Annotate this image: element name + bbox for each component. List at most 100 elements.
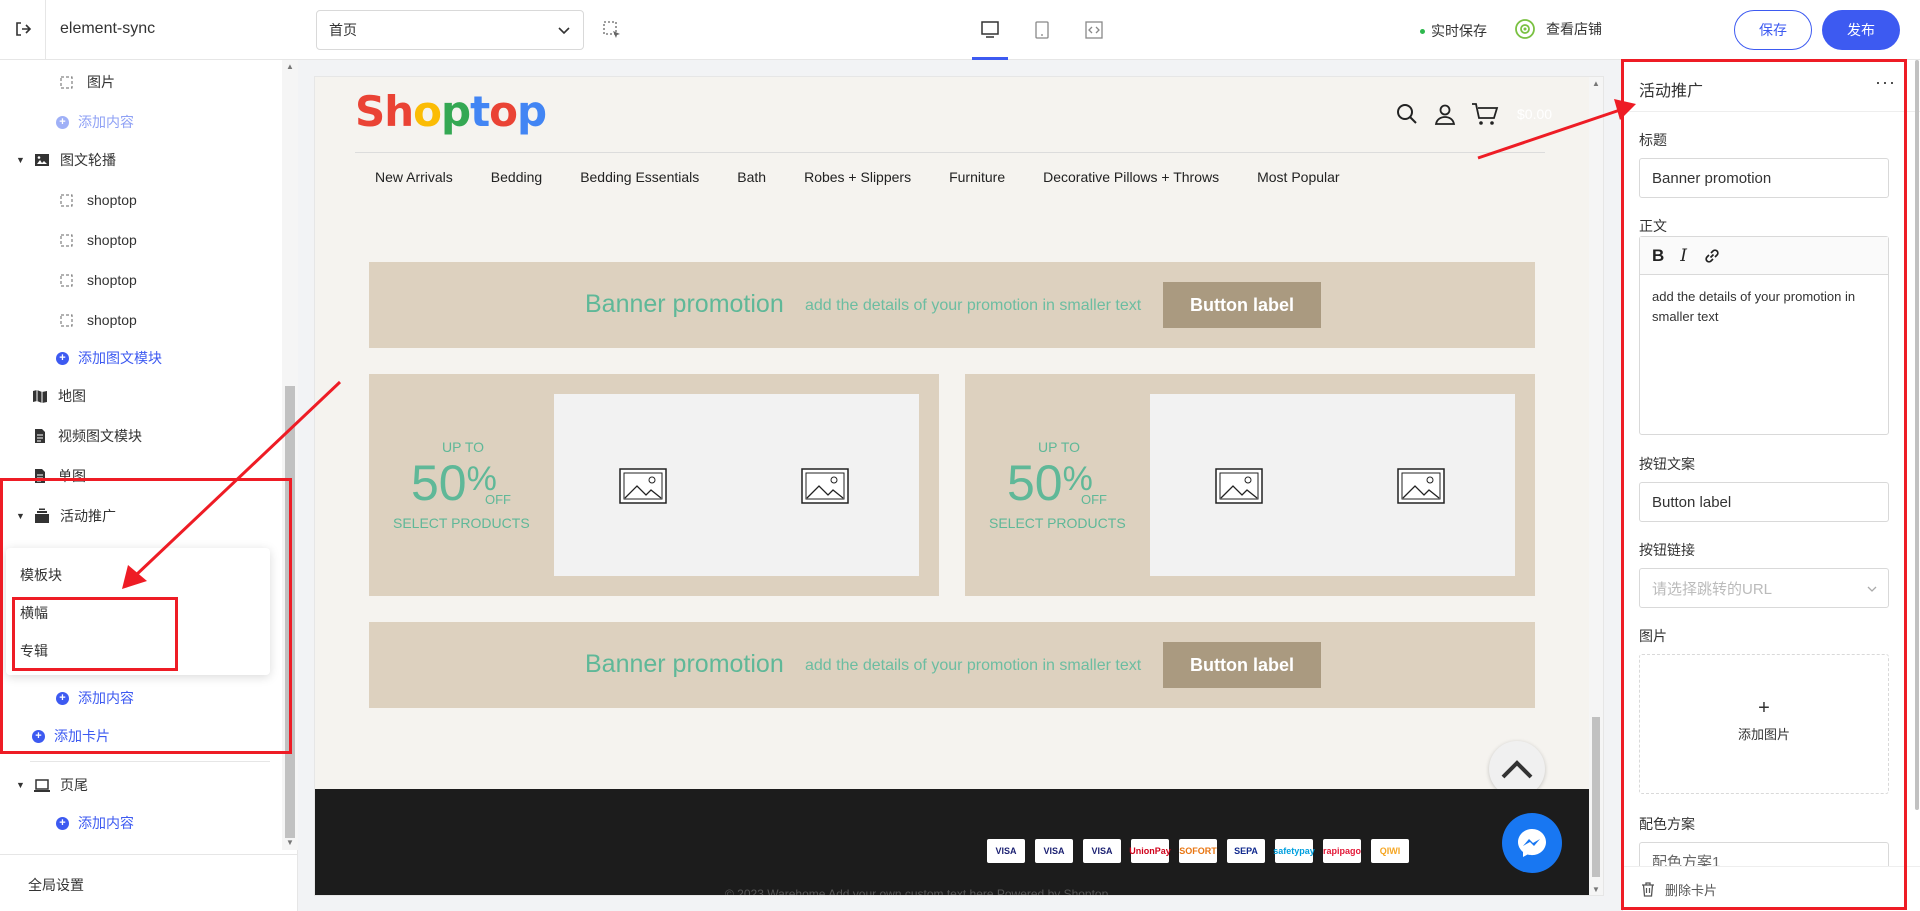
add-content-button[interactable]: + 添加内容 <box>56 808 134 838</box>
messenger-button[interactable] <box>1502 813 1562 873</box>
color-scheme-value: 配色方案1 <box>1639 842 1889 866</box>
italic-icon[interactable]: I <box>1680 246 1687 266</box>
add-card-button[interactable]: + 添加卡片 <box>32 721 110 751</box>
nav-link[interactable]: New Arrivals <box>375 169 453 185</box>
top-bar: element-sync 首页 实时保存 查看店铺 保存 发布 <box>0 0 1920 60</box>
button-text-input[interactable]: Button label <box>1639 482 1889 522</box>
tree-item-shoptop[interactable]: shoptop <box>60 265 137 295</box>
payment-method-icon: safetypay <box>1273 839 1315 863</box>
scroll-up-icon[interactable]: ▲ <box>1592 79 1600 88</box>
nav-link[interactable]: Robes + Slippers <box>804 169 911 185</box>
link-icon[interactable] <box>1703 247 1721 265</box>
scroll-up-icon[interactable]: ▲ <box>286 62 294 71</box>
button-link-select[interactable]: 请选择跳转的URL <box>1639 568 1889 608</box>
scrollbar-thumb[interactable] <box>285 386 295 838</box>
tree-module-video[interactable]: 视频图文模块 <box>32 421 142 451</box>
tree-group-label: 图文轮播 <box>60 152 116 168</box>
add-content-button[interactable]: + 添加内容 <box>56 683 134 713</box>
search-icon[interactable] <box>1395 102 1419 126</box>
popup-item-album[interactable]: 专辑 <box>20 641 48 661</box>
popup-item-banner[interactable]: 横幅 <box>20 603 48 623</box>
delete-card-button[interactable]: 删除卡片 <box>1623 866 1920 911</box>
trash-icon <box>1642 881 1654 897</box>
banner-button[interactable]: Button label <box>1163 282 1321 328</box>
panel-scrollbar[interactable] <box>1913 60 1920 866</box>
promo-card[interactable]: UP TO 50% OFF SELECT PRODUCTS <box>369 374 939 596</box>
nav-link[interactable]: Most Popular <box>1257 169 1339 185</box>
status-dot-icon <box>1420 28 1425 34</box>
nav-link[interactable]: Furniture <box>949 169 1005 185</box>
bold-icon[interactable]: B <box>1652 246 1664 266</box>
divider <box>45 0 46 60</box>
title-input[interactable]: Banner promotion <box>1639 158 1889 198</box>
page-select[interactable]: 首页 <box>316 10 584 50</box>
cart-icon[interactable] <box>1471 102 1499 126</box>
header-icons: $0.00 <box>1395 102 1552 126</box>
image-upload-area[interactable]: + 添加图片 <box>1639 654 1889 794</box>
select-tool-icon[interactable] <box>602 20 622 40</box>
save-button[interactable]: 保存 <box>1734 10 1812 50</box>
nav-link[interactable]: Bedding Essentials <box>580 169 699 185</box>
tree-group-carousel[interactable]: ▼ 图文轮播 <box>16 145 116 175</box>
editor-content[interactable]: add the details of your promotion in sma… <box>1640 275 1888 339</box>
tree-item-shoptop[interactable]: shoptop <box>60 185 137 215</box>
add-content-label: 添加内容 <box>78 690 134 706</box>
preview-scrollbar[interactable]: ▲ ▼ <box>1589 77 1603 895</box>
laptop-icon <box>34 777 50 793</box>
tree-module-single-image[interactable]: 单图 <box>32 461 86 491</box>
user-icon[interactable] <box>1433 102 1457 126</box>
tree-group-footer[interactable]: ▼ 页尾 <box>16 770 88 800</box>
promo-select: SELECT PRODUCTS <box>393 515 530 531</box>
view-store-label: 查看店铺 <box>1546 21 1602 37</box>
nav-link[interactable]: Bath <box>737 169 766 185</box>
scroll-down-icon[interactable]: ▼ <box>286 838 294 847</box>
tree-item-shoptop[interactable]: shoptop <box>60 305 137 335</box>
desktop-icon <box>981 21 999 38</box>
banner-promotion[interactable]: Banner promotion add the details of your… <box>369 262 1535 348</box>
tree-item-shoptop[interactable]: shoptop <box>60 225 137 255</box>
exit-icon[interactable] <box>10 16 36 42</box>
tree-group-promotion[interactable]: ▼ 活动推广 <box>16 501 116 531</box>
payment-method-icon: VISA <box>987 839 1025 863</box>
caret-down-icon: ▼ <box>16 511 25 521</box>
code-view-button[interactable] <box>1076 12 1112 48</box>
payment-method-icon: VISA <box>1035 839 1073 863</box>
promo-card[interactable]: UP TO 50% OFF SELECT PRODUCTS <box>965 374 1535 596</box>
sidebar: 图片 + 添加内容 ▼ 图文轮播 shoptop shoptop shoptop… <box>0 60 298 911</box>
tablet-view-button[interactable] <box>1024 12 1060 48</box>
dashed-square-icon <box>60 274 73 286</box>
nav-link[interactable]: Decorative Pillows + Throws <box>1043 169 1219 185</box>
dashed-square-icon <box>60 314 73 326</box>
promo-image-area[interactable] <box>554 394 919 576</box>
desktop-view-button[interactable] <box>972 12 1008 60</box>
view-store-link[interactable]: 查看店铺 <box>1514 18 1602 40</box>
scrollbar-thumb[interactable] <box>1592 717 1600 877</box>
banner-button[interactable]: Button label <box>1163 642 1321 688</box>
page-preview[interactable]: Shoptop $0.00 New Arrivals Bedding Bedding… <box>314 76 1604 896</box>
tree-module-label: 视频图文模块 <box>58 428 142 444</box>
scrollbar-thumb[interactable] <box>1915 60 1919 810</box>
tree-module-map[interactable]: 地图 <box>32 381 86 411</box>
image-placeholder-icon <box>619 468 667 504</box>
editor-toolbar: B I <box>1640 237 1888 275</box>
store-logo: Shoptop <box>355 87 547 136</box>
section-tree: 图片 + 添加内容 ▼ 图文轮播 shoptop shoptop shoptop… <box>0 60 282 850</box>
sidebar-scrollbar[interactable]: ▲ ▼ <box>282 60 298 850</box>
tree-module-label: 单图 <box>58 468 86 484</box>
nav-link[interactable]: Bedding <box>491 169 542 185</box>
promo-up-to: UP TO <box>442 439 485 455</box>
banner-promotion[interactable]: Banner promotion add the details of your… <box>369 622 1535 708</box>
tree-item-label: shoptop <box>87 192 137 208</box>
promo-image-area[interactable] <box>1150 394 1515 576</box>
more-options-icon[interactable]: ··· <box>1875 72 1896 93</box>
scroll-down-icon[interactable]: ▼ <box>1592 885 1600 894</box>
add-image-module-button[interactable]: + 添加图文模块 <box>56 343 162 373</box>
publish-button[interactable]: 发布 <box>1822 10 1900 50</box>
body-rich-text-editor[interactable]: B I add the details of your promotion in… <box>1639 236 1889 435</box>
tree-item-image[interactable]: 图片 <box>60 67 115 97</box>
tree-group-label: 页尾 <box>60 777 88 793</box>
payment-method-icon: VISA <box>1083 839 1121 863</box>
color-scheme-select[interactable]: 配色方案1 <box>1639 842 1889 866</box>
global-settings-link[interactable]: 全局设置 <box>0 854 298 911</box>
add-content-button[interactable]: + 添加内容 <box>56 107 134 137</box>
